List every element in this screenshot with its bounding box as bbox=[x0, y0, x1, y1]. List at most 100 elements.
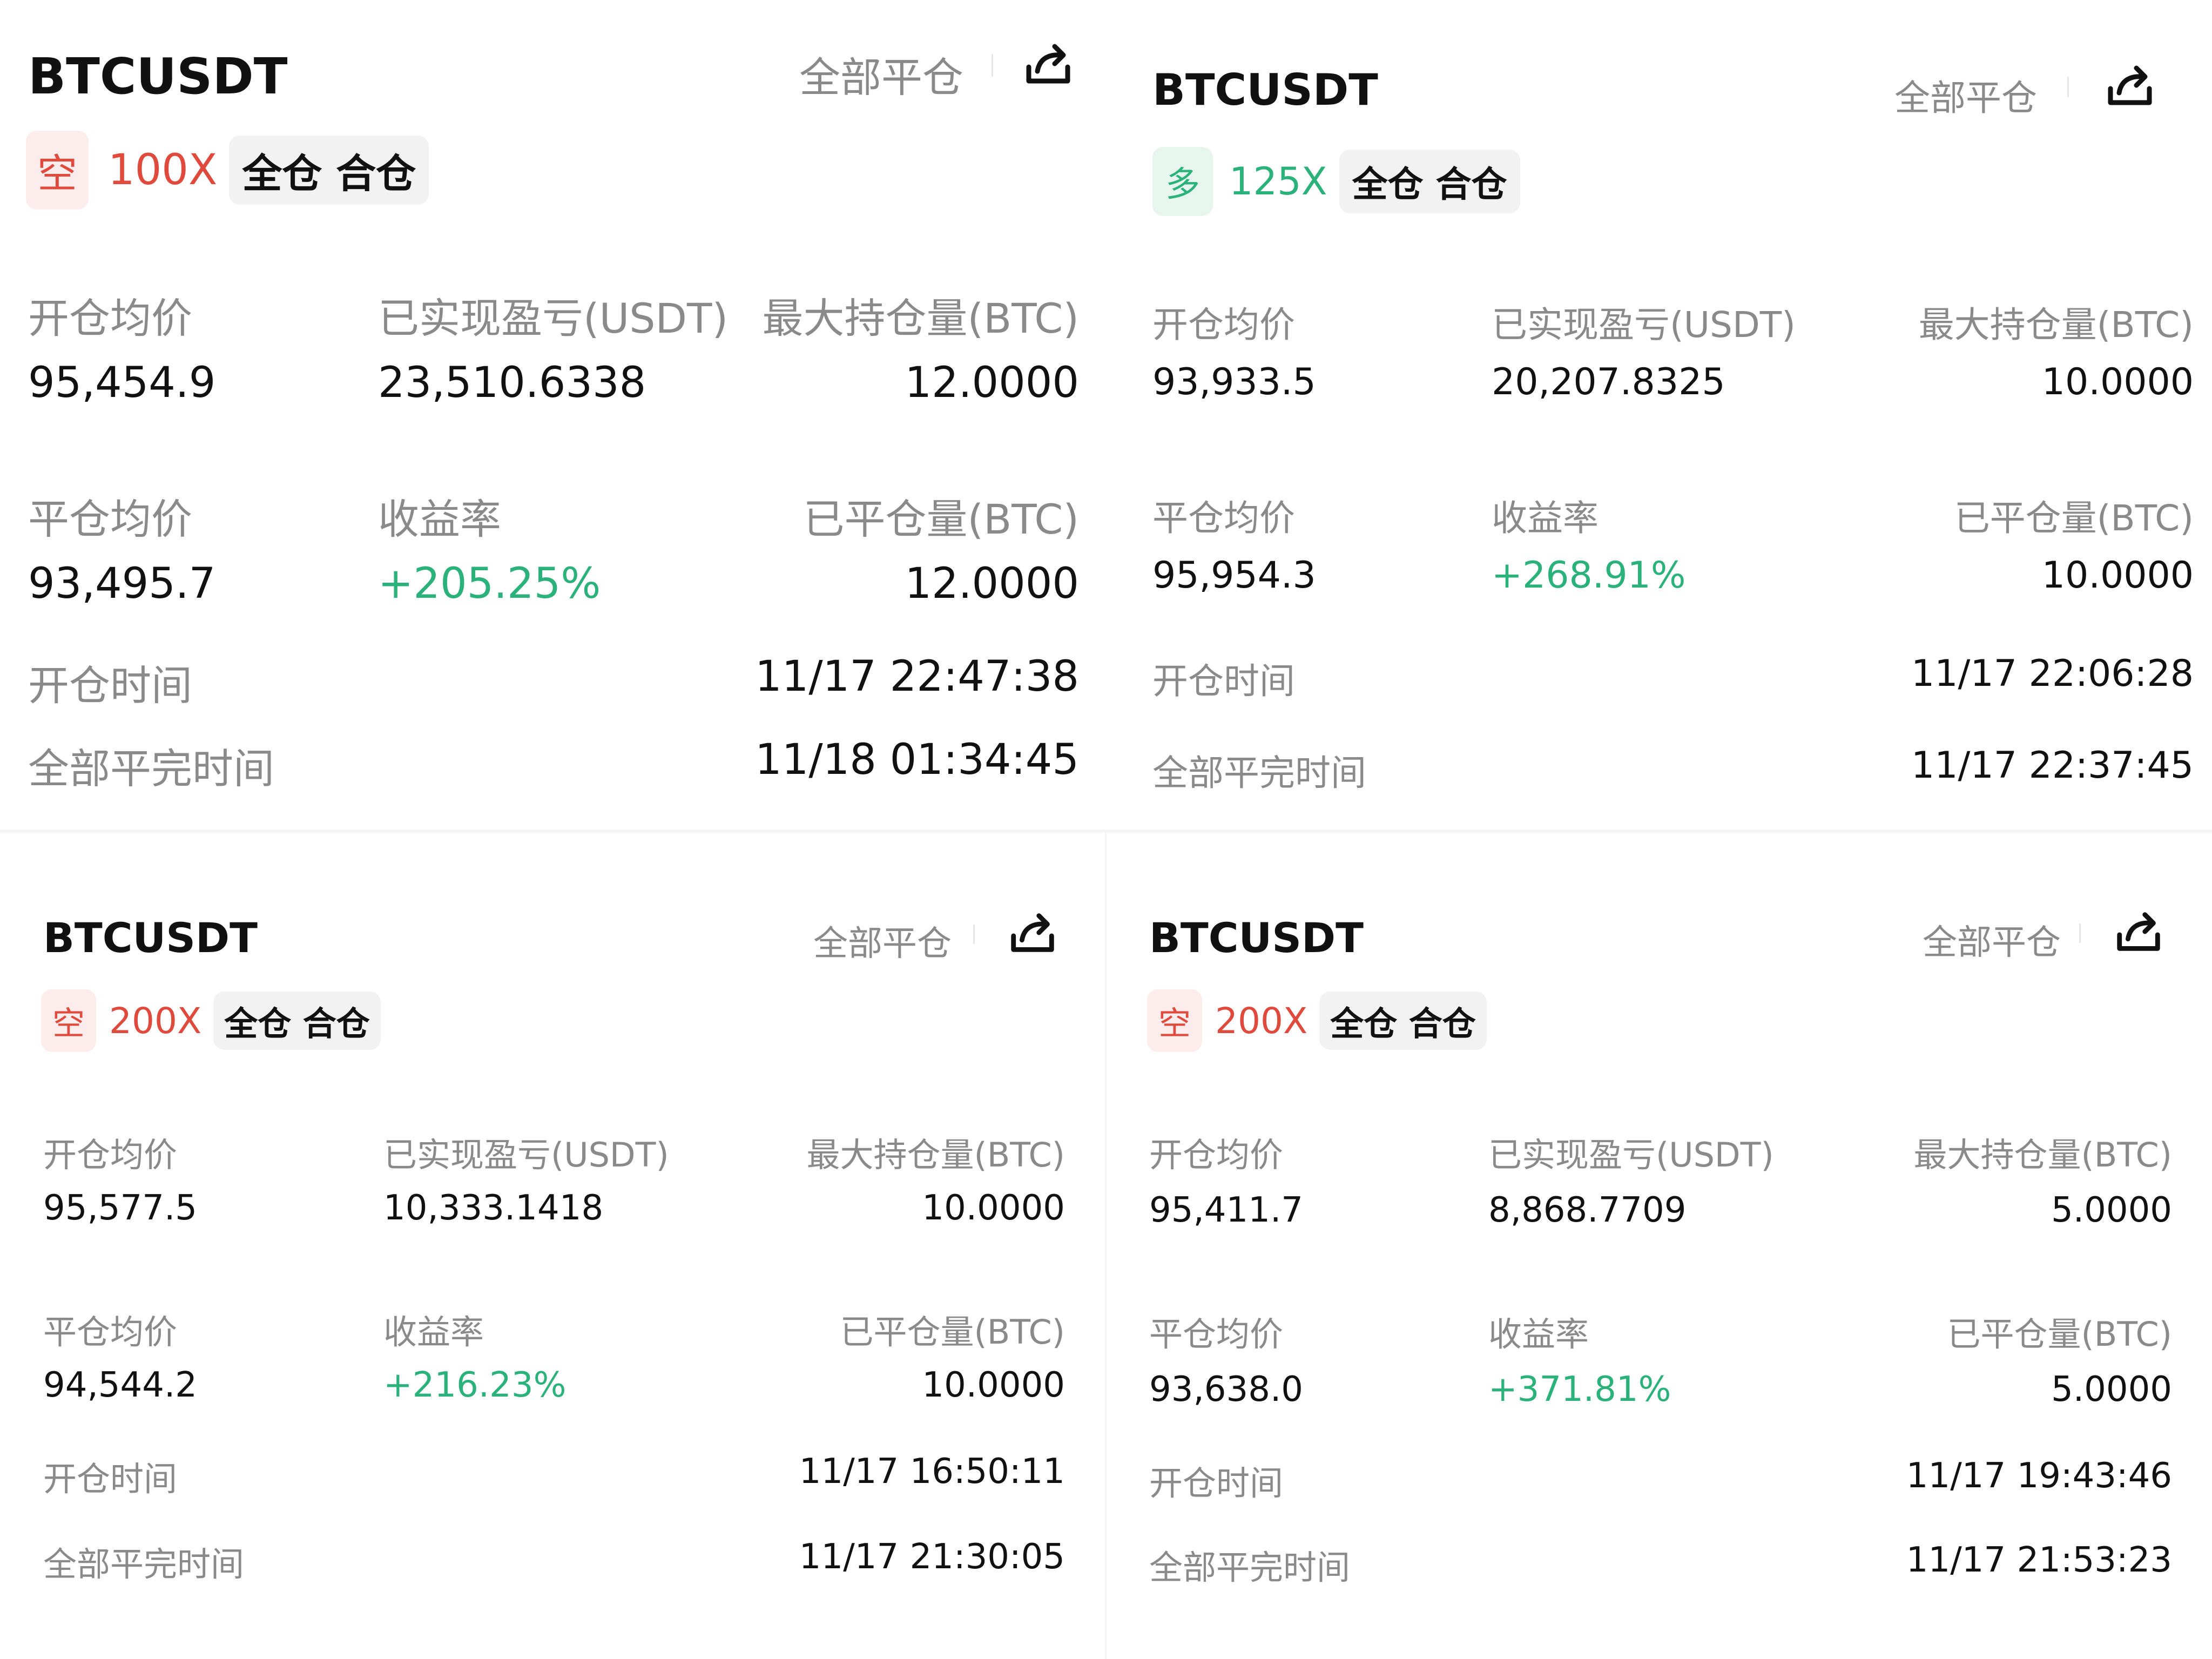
close-avg-value: 93,495.7 bbox=[28, 559, 216, 608]
close-avg-label: 平仓均价 bbox=[1149, 1314, 1284, 1354]
margin-mode-badge: 全仓 合仓 bbox=[1319, 992, 1487, 1050]
position-card: BTCUSDT 全部平仓 空 100X 全仓 合仓 开仓均价 已实现盈亏(USD… bbox=[0, 0, 1106, 832]
max-position-value: 12.0000 bbox=[905, 359, 1079, 407]
position-tags: 空 100X 全仓 合仓 bbox=[26, 131, 429, 210]
leverage-label: 125X bbox=[1229, 159, 1327, 204]
yield-value: +205.25% bbox=[378, 559, 601, 608]
leverage-label: 200X bbox=[1215, 1000, 1308, 1042]
open-time-value: 11/17 22:47:38 bbox=[755, 652, 1079, 701]
divider bbox=[992, 54, 993, 77]
divider bbox=[2067, 77, 2069, 97]
open-avg-value: 95,454.9 bbox=[28, 359, 216, 407]
full-close-time-value: 11/17 21:53:23 bbox=[1906, 1540, 2172, 1580]
close-all-button[interactable]: 全部平仓 bbox=[813, 916, 952, 966]
symbol: BTCUSDT bbox=[28, 48, 288, 105]
side-badge: 空 bbox=[41, 989, 96, 1052]
closed-qty-label: 已平仓量(BTC) bbox=[840, 1312, 1065, 1352]
side-badge: 空 bbox=[1147, 989, 1202, 1052]
max-position-value: 10.0000 bbox=[2041, 361, 2194, 403]
realized-pnl-value: 8,868.7709 bbox=[1488, 1190, 1687, 1230]
close-all-button[interactable]: 全部平仓 bbox=[1894, 69, 2037, 121]
position-card: BTCUSDT 全部平仓 空 200X 全仓 合仓 开仓均价 已实现盈亏(USD… bbox=[0, 832, 1106, 1659]
closed-qty-value: 5.0000 bbox=[2051, 1370, 2172, 1410]
open-time-label: 开仓时间 bbox=[1152, 660, 1295, 702]
realized-pnl-value: 20,207.8325 bbox=[1492, 361, 1725, 403]
margin-mode-badge: 全仓 合仓 bbox=[213, 992, 381, 1050]
position-tags: 空 200X 全仓 合仓 bbox=[1147, 989, 1487, 1052]
full-close-time-label: 全部平完时间 bbox=[1149, 1548, 1351, 1587]
yield-value: +371.81% bbox=[1488, 1370, 1671, 1410]
close-avg-value: 93,638.0 bbox=[1149, 1370, 1303, 1410]
close-avg-label: 平仓均价 bbox=[28, 495, 192, 543]
open-avg-value: 95,577.5 bbox=[43, 1188, 197, 1228]
margin-mode-badge: 全仓 合仓 bbox=[229, 136, 429, 205]
close-all-button[interactable]: 全部平仓 bbox=[1923, 915, 2061, 965]
share-icon[interactable] bbox=[2100, 58, 2160, 112]
yield-value: +268.91% bbox=[1492, 554, 1686, 597]
open-avg-label: 开仓均价 bbox=[28, 294, 192, 342]
open-avg-value: 93,933.5 bbox=[1152, 361, 1316, 403]
max-position-value: 10.0000 bbox=[922, 1188, 1065, 1228]
full-close-time-value: 11/17 22:37:45 bbox=[1911, 744, 2194, 787]
leverage-label: 200X bbox=[109, 1000, 202, 1042]
full-close-time-label: 全部平完时间 bbox=[1152, 752, 1366, 794]
full-close-time-value: 11/18 01:34:45 bbox=[755, 736, 1079, 784]
open-time-label: 开仓时间 bbox=[28, 662, 192, 710]
side-badge: 空 bbox=[26, 131, 89, 210]
margin-mode-badge: 全仓 合仓 bbox=[1339, 150, 1520, 213]
side-badge: 多 bbox=[1152, 147, 1213, 216]
full-close-time-label: 全部平完时间 bbox=[28, 745, 274, 793]
max-position-value: 5.0000 bbox=[2051, 1190, 2172, 1230]
leverage-label: 100X bbox=[108, 146, 218, 194]
max-position-label: 最大持仓量(BTC) bbox=[806, 1135, 1065, 1175]
realized-pnl-value: 23,510.6338 bbox=[378, 359, 646, 407]
open-time-value: 11/17 19:43:46 bbox=[1906, 1456, 2172, 1496]
position-tags: 空 200X 全仓 合仓 bbox=[41, 989, 381, 1052]
open-avg-label: 开仓均价 bbox=[1149, 1135, 1284, 1175]
column-divider bbox=[1105, 832, 1107, 1659]
closed-qty-value: 12.0000 bbox=[905, 559, 1079, 608]
yield-label: 收益率 bbox=[383, 1312, 484, 1352]
share-icon[interactable] bbox=[2109, 905, 2168, 958]
realized-pnl-label: 已实现盈亏(USDT) bbox=[1488, 1135, 1774, 1175]
yield-label: 收益率 bbox=[378, 495, 501, 543]
divider bbox=[2079, 923, 2081, 943]
closed-qty-value: 10.0000 bbox=[922, 1365, 1065, 1405]
symbol: BTCUSDT bbox=[1152, 65, 1378, 115]
yield-label: 收益率 bbox=[1488, 1314, 1589, 1354]
closed-qty-label: 已平仓量(BTC) bbox=[1954, 497, 2194, 539]
close-avg-label: 平仓均价 bbox=[1152, 497, 1295, 539]
symbol: BTCUSDT bbox=[43, 914, 258, 962]
full-close-time-value: 11/17 21:30:05 bbox=[799, 1537, 1065, 1577]
open-avg-label: 开仓均价 bbox=[1152, 304, 1295, 346]
open-time-value: 11/17 16:50:11 bbox=[799, 1452, 1065, 1492]
closed-qty-value: 10.0000 bbox=[2041, 554, 2194, 597]
position-tags: 多 125X 全仓 合仓 bbox=[1152, 147, 1520, 216]
open-time-label: 开仓时间 bbox=[1149, 1464, 1284, 1503]
symbol: BTCUSDT bbox=[1149, 914, 1364, 962]
closed-qty-label: 已平仓量(BTC) bbox=[803, 495, 1079, 543]
full-close-time-label: 全部平完时间 bbox=[43, 1545, 245, 1584]
realized-pnl-label: 已实现盈亏(USDT) bbox=[378, 294, 729, 342]
close-all-button[interactable]: 全部平仓 bbox=[799, 44, 963, 104]
divider bbox=[973, 925, 975, 944]
share-icon[interactable] bbox=[1019, 37, 1078, 91]
close-avg-value: 94,544.2 bbox=[43, 1365, 197, 1405]
realized-pnl-label: 已实现盈亏(USDT) bbox=[1492, 304, 1796, 346]
position-card: BTCUSDT 全部平仓 多 125X 全仓 合仓 开仓均价 已实现盈亏(USD… bbox=[1106, 0, 2212, 832]
closed-qty-label: 已平仓量(BTC) bbox=[1947, 1314, 2172, 1354]
close-avg-label: 平仓均价 bbox=[43, 1312, 178, 1352]
open-avg-value: 95,411.7 bbox=[1149, 1190, 1303, 1230]
max-position-label: 最大持仓量(BTC) bbox=[1918, 304, 2194, 346]
open-time-value: 11/17 22:06:28 bbox=[1911, 652, 2194, 695]
share-icon[interactable] bbox=[1003, 906, 1062, 959]
close-avg-value: 95,954.3 bbox=[1152, 554, 1316, 597]
yield-value: +216.23% bbox=[383, 1365, 567, 1405]
position-card: BTCUSDT 全部平仓 空 200X 全仓 合仓 开仓均价 已实现盈亏(USD… bbox=[1106, 832, 2212, 1659]
realized-pnl-label: 已实现盈亏(USDT) bbox=[383, 1135, 669, 1175]
realized-pnl-value: 10,333.1418 bbox=[383, 1188, 604, 1228]
open-avg-label: 开仓均价 bbox=[43, 1135, 178, 1175]
yield-label: 收益率 bbox=[1492, 497, 1599, 539]
open-time-label: 开仓时间 bbox=[43, 1459, 178, 1499]
max-position-label: 最大持仓量(BTC) bbox=[1913, 1135, 2172, 1175]
